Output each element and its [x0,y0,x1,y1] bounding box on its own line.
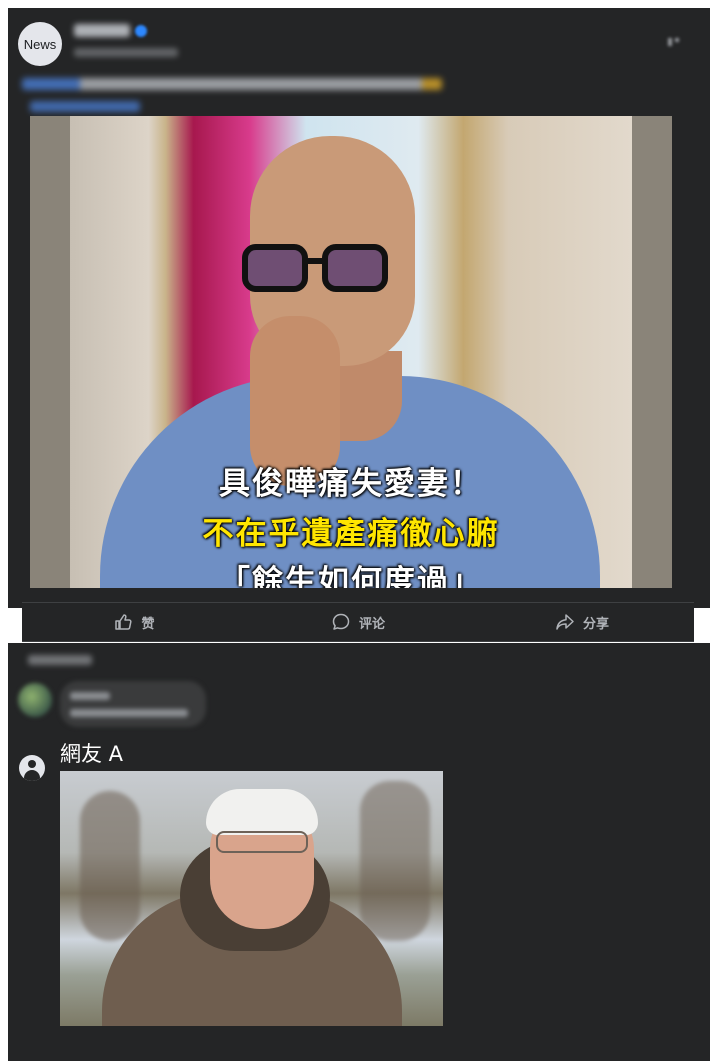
blurred-comment-author [70,692,110,700]
commenter-name[interactable]: 網友 A [60,738,123,768]
blurred-post-caption [22,78,442,90]
image-headline-line3: 「餘生如何度過」 [219,564,483,588]
blurred-comment-text [70,709,188,717]
like-label: 赞 [141,616,155,632]
more-horizontal-icon[interactable] [668,38,688,46]
user-avatar-icon[interactable] [19,755,45,781]
comment-button[interactable]: 评论 [246,603,470,641]
share-button[interactable]: 分享 [470,603,694,641]
blurred-post-timestamp[interactable] [74,48,178,57]
blurred-commenter-avatar[interactable] [18,683,52,717]
verified-badge-icon [135,25,147,37]
speech-bubble-icon [332,613,350,630]
comment-image[interactable] [60,771,443,1026]
thumbs-up-icon [115,614,133,630]
share-arrow-icon [556,614,574,630]
like-button[interactable]: 赞 [22,603,246,641]
post-image[interactable]: 具俊曄痛失愛妻！ 不在乎遺產痛徹心腑 「餘生如何度過」 [30,116,672,588]
post-action-bar: 赞 评论 分享 [22,602,694,642]
blurred-page-name[interactable] [74,24,130,37]
page-avatar[interactable]: News [18,22,62,66]
share-label: 分享 [582,616,609,632]
image-headline-line2: 不在乎遺產痛徹心腑 [202,516,500,552]
page-avatar-label: News [23,36,57,52]
image-headline-line1: 具俊曄痛失愛妻！ [219,466,483,502]
blurred-comment-bubble [60,681,206,727]
comment-label: 评论 [358,616,385,632]
blurred-comment-sort[interactable] [28,655,92,665]
blurred-post-link[interactable] [30,101,140,112]
